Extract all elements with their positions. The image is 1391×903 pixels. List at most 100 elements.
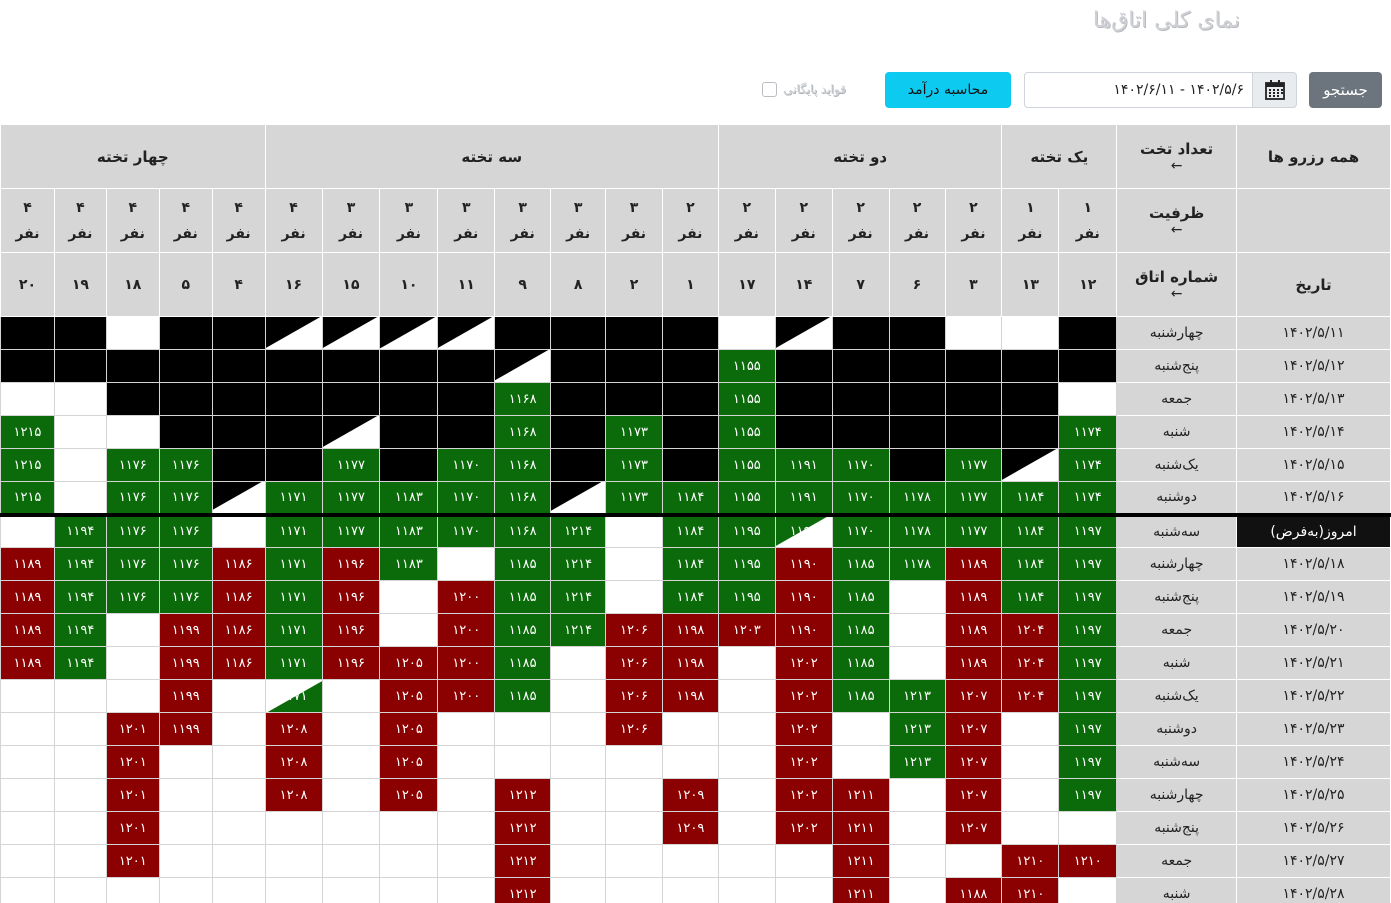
room-cell-pending[interactable]: ۱۲۰۷ xyxy=(944,679,1003,713)
room-cell-pending[interactable]: ۱۲۱۱ xyxy=(831,877,890,903)
room-cell-pending[interactable]: ۱۲۰۵ xyxy=(379,679,439,713)
calculate-revenue-button[interactable]: محاسبه درآمد xyxy=(885,72,1011,108)
room-cell-pending[interactable]: ۱۱۹۰ xyxy=(774,580,833,614)
room-cell-empty[interactable] xyxy=(605,512,663,548)
room-cell-reserved[interactable]: ۱۲۱۴ xyxy=(550,613,607,647)
room-cell-empty[interactable] xyxy=(211,778,266,812)
room-cell-pending[interactable]: ۱۱۸۹ xyxy=(0,547,55,581)
room-cell-pending[interactable]: ۱۲۰۳ xyxy=(717,613,776,647)
room-cell-pending[interactable]: ۱۱۹۶ xyxy=(321,547,381,581)
room-cell-partial[interactable] xyxy=(211,481,266,515)
room-cell-blocked[interactable] xyxy=(605,382,663,416)
room-cell-empty[interactable] xyxy=(0,811,55,845)
room-cell-blocked[interactable] xyxy=(105,382,160,416)
room-cell-reserved[interactable]: ۱۱۷۶ xyxy=(158,481,213,515)
room-cell-reserved[interactable]: ۱۱۸۵ xyxy=(831,613,890,647)
room-cell-empty[interactable] xyxy=(661,712,719,746)
room-cell-empty[interactable] xyxy=(53,382,107,416)
room-cell-empty[interactable] xyxy=(437,745,496,779)
room-cell-blocked[interactable] xyxy=(661,316,719,350)
room-cell-pending[interactable]: ۱۲۱۰ xyxy=(1001,844,1060,878)
room-cell-blocked[interactable] xyxy=(774,415,833,449)
room-cell-empty[interactable] xyxy=(717,316,776,350)
room-cell-blocked[interactable] xyxy=(0,316,55,350)
room-cell-reserved[interactable]: ۱۱۹۷ xyxy=(1058,547,1118,581)
room-cell-blocked[interactable] xyxy=(1001,382,1060,416)
room-cell-reserved[interactable]: ۱۱۸۳ xyxy=(379,481,439,515)
room-cell-blocked[interactable] xyxy=(437,349,496,383)
room-cell-pending[interactable]: ۱۱۹۹ xyxy=(158,712,213,746)
room-cell-reserved[interactable]: ۱۱۸۵ xyxy=(494,679,552,713)
room-cell-empty[interactable] xyxy=(264,877,323,903)
room-cell-reserved[interactable]: ۱۱۶۸ xyxy=(494,481,552,515)
room-cell-blocked[interactable] xyxy=(264,349,323,383)
room-cell-blocked[interactable] xyxy=(661,349,719,383)
room-cell-blocked[interactable] xyxy=(774,349,833,383)
room-cell-reserved[interactable]: ۱۱۸۴ xyxy=(1001,481,1060,515)
room-cell-empty[interactable] xyxy=(550,679,607,713)
room-cell-reserved[interactable]: ۱۱۵۵ xyxy=(717,415,776,449)
room-cell-reserved[interactable]: ۱۱۷۱ xyxy=(264,580,323,614)
room-cell-empty[interactable] xyxy=(105,646,160,680)
room-cell-empty[interactable] xyxy=(717,745,776,779)
all-reservations-link[interactable]: همه رزرو ها xyxy=(1236,124,1391,189)
room-cell-empty[interactable] xyxy=(53,877,107,903)
room-cell-empty[interactable] xyxy=(717,811,776,845)
room-cell-empty[interactable] xyxy=(379,580,439,614)
room-cell-empty[interactable] xyxy=(0,382,55,416)
room-cell-reserved[interactable]: ۱۱۹۴ xyxy=(53,512,107,548)
room-cell-blocked[interactable] xyxy=(888,316,946,350)
room-cell-blocked[interactable] xyxy=(264,382,323,416)
calendar-icon[interactable] xyxy=(1252,72,1297,108)
room-cell-empty[interactable] xyxy=(437,778,496,812)
room-cell-empty[interactable] xyxy=(211,811,266,845)
room-cell-pending[interactable]: ۱۱۹۹ xyxy=(158,613,213,647)
room-cell-reserved[interactable]: ۱۲۱۵ xyxy=(0,481,55,515)
room-cell-pending[interactable]: ۱۲۰۷ xyxy=(944,778,1003,812)
room-cell-reserved[interactable]: ۱۱۷۱ xyxy=(264,512,323,548)
room-cell-blocked[interactable] xyxy=(321,382,381,416)
room-cell-empty[interactable] xyxy=(1001,712,1060,746)
room-cell-pending[interactable]: ۱۱۸۹ xyxy=(0,613,55,647)
room-cell-empty[interactable] xyxy=(437,547,496,581)
room-cell-reserved[interactable]: ۱۱۷۱ xyxy=(264,481,323,515)
room-cell-reserved[interactable]: ۱۱۸۵ xyxy=(831,580,890,614)
room-cell-empty[interactable] xyxy=(53,745,107,779)
room-cell-empty[interactable] xyxy=(53,844,107,878)
room-cell-empty[interactable] xyxy=(105,613,160,647)
room-cell-blocked[interactable] xyxy=(944,382,1003,416)
room-cell-empty[interactable] xyxy=(321,778,381,812)
room-cell-empty[interactable] xyxy=(437,811,496,845)
room-cell-empty[interactable] xyxy=(264,811,323,845)
room-cell-empty[interactable] xyxy=(211,512,266,548)
room-cell-reserved[interactable]: ۱۱۷۰ xyxy=(437,448,496,482)
room-cell-pending[interactable]: ۱۱۸۶ xyxy=(211,646,266,680)
room-cell-reserved[interactable]: ۱۱۹۷ xyxy=(1058,679,1118,713)
room-cell-reserved[interactable]: ۱۱۷۷ xyxy=(321,448,381,482)
room-cell-reserved[interactable]: ۱۱۶۸ xyxy=(494,415,552,449)
room-cell-blocked[interactable] xyxy=(211,382,266,416)
room-cell-empty[interactable] xyxy=(0,745,55,779)
room-cell-pending[interactable]: ۱۲۱۰ xyxy=(1058,844,1118,878)
room-cell-empty[interactable] xyxy=(105,877,160,903)
room-cell-empty[interactable] xyxy=(437,712,496,746)
room-cell-reserved[interactable]: ۱۱۷۱ xyxy=(264,547,323,581)
room-cell-empty[interactable] xyxy=(717,844,776,878)
room-cell-reserved[interactable]: ۱۱۷۷ xyxy=(944,512,1003,548)
room-cell-reserved[interactable]: ۱۱۷۸ xyxy=(888,481,946,515)
room-cell-reserved[interactable]: ۱۱۷۰ xyxy=(831,512,890,548)
room-cell-empty[interactable] xyxy=(605,547,663,581)
room-cell-reserved[interactable]: ۱۱۹۷ xyxy=(1058,580,1118,614)
room-cell-partial[interactable] xyxy=(550,481,607,515)
room-cell-blocked[interactable] xyxy=(550,349,607,383)
room-cell-pending[interactable]: ۱۲۰۰ xyxy=(437,646,496,680)
room-cell-empty[interactable] xyxy=(888,580,946,614)
room-cell-reserved[interactable]: ۱۱۸۵ xyxy=(831,646,890,680)
room-cell-pending[interactable]: ۱۲۱۱ xyxy=(831,778,890,812)
room-cell-reserved[interactable]: ۱۱۸۵ xyxy=(494,547,552,581)
room-cell-pending[interactable]: ۱۲۰۸ xyxy=(264,745,323,779)
room-cell-empty[interactable] xyxy=(888,778,946,812)
room-cell-empty[interactable] xyxy=(550,712,607,746)
room-cell-reserved[interactable]: ۱۱۵۵ xyxy=(717,481,776,515)
room-cell-empty[interactable] xyxy=(211,679,266,713)
